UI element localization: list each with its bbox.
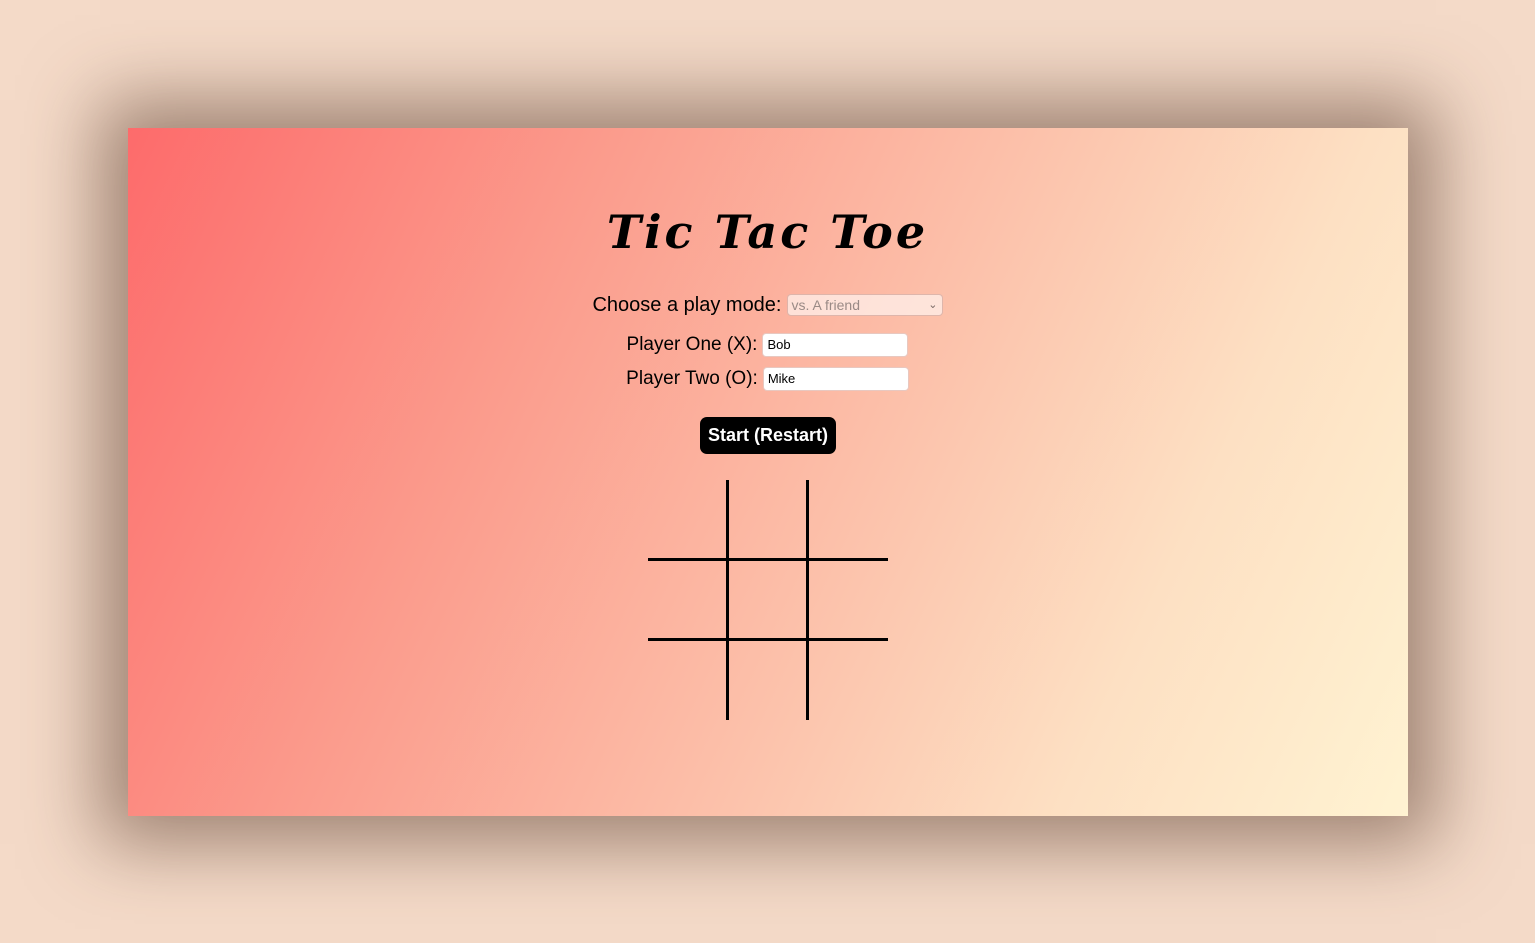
chevron-down-icon: ⌄ xyxy=(928,299,938,311)
player-one-label: Player One (X): xyxy=(626,334,758,355)
play-mode-row: Choose a play mode: vs. A friend ⌄ xyxy=(0,292,1535,318)
play-mode-selected-value: vs. A friend xyxy=(791,297,860,313)
board-cell-6[interactable] xyxy=(808,560,888,640)
board-cell-1[interactable] xyxy=(648,480,728,560)
player-one-row: Player One (X): Bob xyxy=(0,333,1535,357)
player-two-input[interactable]: Mike xyxy=(762,367,909,391)
game-board xyxy=(648,480,888,720)
board-grid-line-v2 xyxy=(806,480,809,720)
player-one-input[interactable]: Bob xyxy=(762,333,909,357)
board-cell-5[interactable] xyxy=(728,560,808,640)
board-cell-3[interactable] xyxy=(808,480,888,560)
board-cell-8[interactable] xyxy=(728,640,808,720)
board-grid-line-v1 xyxy=(726,480,729,720)
board-grid-line-h1 xyxy=(648,558,888,561)
board-grid-line-h2 xyxy=(648,638,888,641)
player-two-label: Player Two (O): xyxy=(626,368,758,389)
player-two-row: Player Two (O): Mike xyxy=(0,367,1535,391)
play-mode-label: Choose a play mode: xyxy=(592,293,782,316)
page-title: Tic Tac Toe xyxy=(606,205,929,259)
board-cell-7[interactable] xyxy=(648,640,728,720)
board-cell-2[interactable] xyxy=(728,480,808,560)
board-cell-4[interactable] xyxy=(648,560,728,640)
start-button[interactable]: Start (Restart) xyxy=(700,417,836,454)
board-cell-9[interactable] xyxy=(808,640,888,720)
play-mode-select[interactable]: vs. A friend ⌄ xyxy=(786,294,943,316)
